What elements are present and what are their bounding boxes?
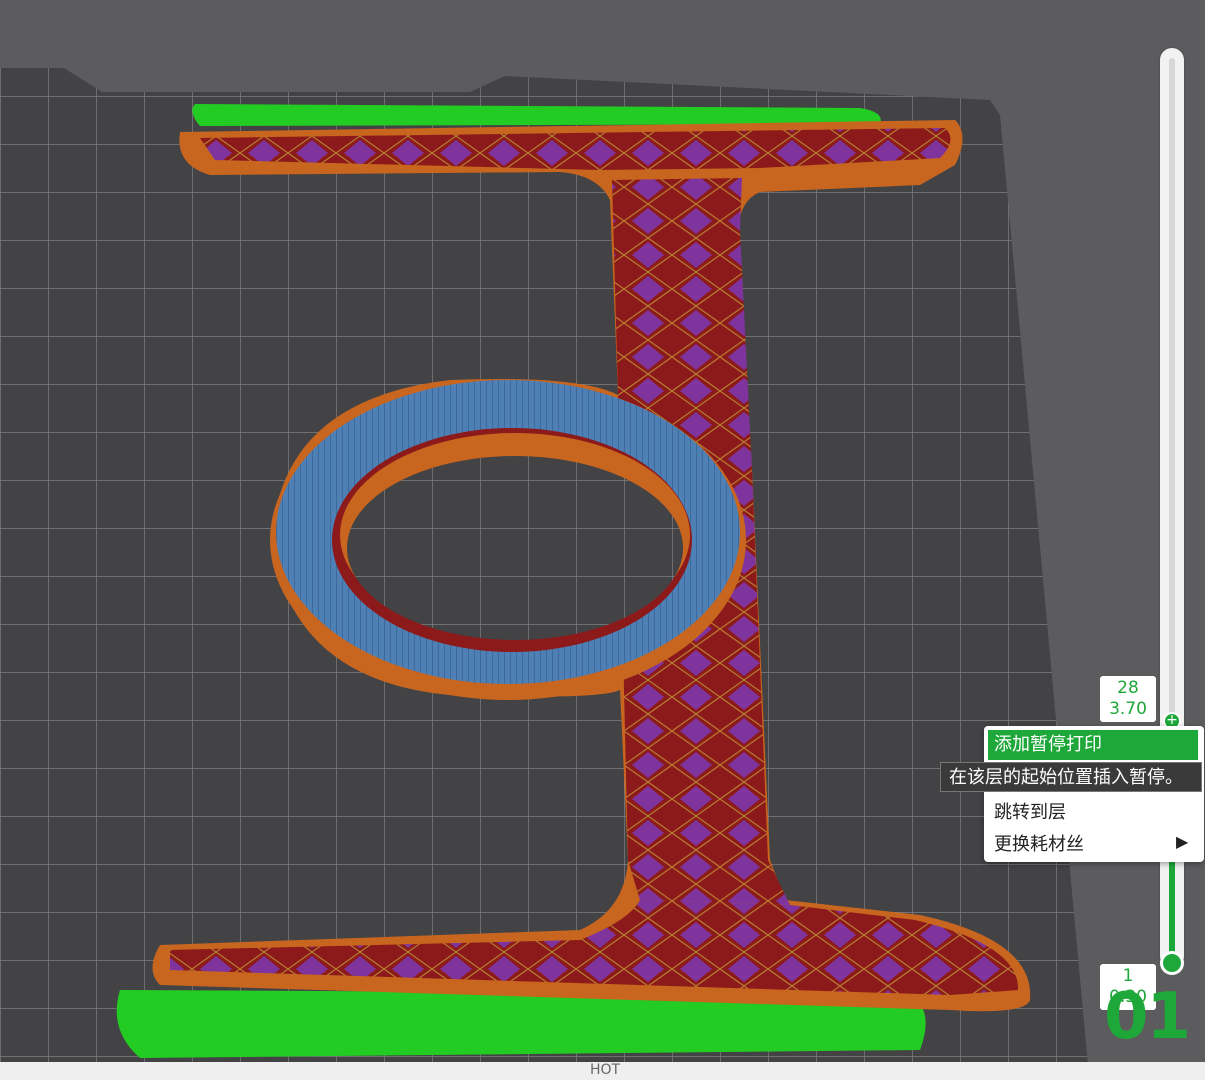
bottom-bar-text: HOT bbox=[590, 1062, 621, 1078]
submenu-arrow-icon: ▶ bbox=[1176, 832, 1189, 851]
3d-preview-viewport[interactable] bbox=[0, 0, 1205, 1080]
upper-layer-label: 28 3.70 bbox=[1100, 676, 1156, 722]
menu-item-change-filament[interactable]: 更换耗材丝 bbox=[994, 830, 1084, 856]
layer-slider-range bbox=[1169, 860, 1175, 964]
layer-readout: 01 bbox=[1104, 980, 1191, 1054]
menu-item-jump-to-layer[interactable]: 跳转到层 bbox=[994, 798, 1066, 824]
upper-layer-height: 3.70 bbox=[1109, 699, 1147, 719]
layer-context-menu: 添加暂停打印 跳转到层 更换耗材丝 bbox=[984, 726, 1204, 862]
bottom-toolbar: HOT bbox=[0, 1062, 1205, 1080]
menu-item-add-pause[interactable]: 添加暂停打印 bbox=[988, 730, 1198, 760]
pause-tooltip: 在该层的起始位置插入暂停。 bbox=[940, 762, 1202, 792]
upper-layer-number: 28 bbox=[1117, 678, 1139, 698]
lower-layer-handle[interactable] bbox=[1160, 951, 1184, 975]
